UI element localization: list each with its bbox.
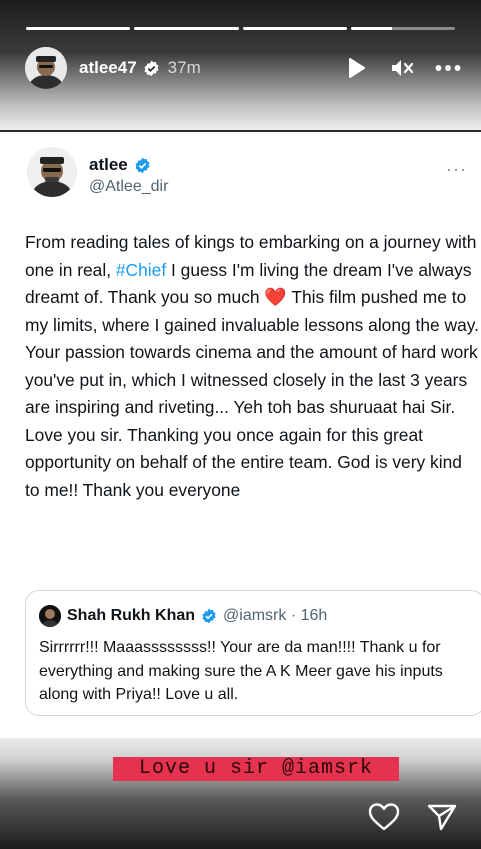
- progress-segment: [134, 27, 239, 30]
- tweet-author-name: atlee: [89, 155, 151, 175]
- progress-segment: [242, 27, 347, 30]
- play-icon: [349, 58, 365, 78]
- quoted-author-name: Shah Rukh Khan: [67, 607, 196, 624]
- text-sticker: Love u sir @iamsrk: [113, 757, 399, 781]
- progress-segment-current: [350, 27, 455, 30]
- mute-icon: [392, 60, 414, 76]
- play-button[interactable]: [343, 55, 369, 81]
- quoted-author-handle: @iamsrk · 16h: [223, 607, 328, 624]
- quoted-tweet: Shah Rukh Khan @iamsrk · 16h Sirrrrrr!!!…: [25, 590, 481, 716]
- heart-emoji: ❤️: [264, 287, 287, 307]
- mute-button[interactable]: [389, 55, 415, 81]
- author-name-text: atlee: [89, 155, 128, 174]
- tweet-avatar: [27, 147, 77, 197]
- story-header: atlee47 37m: [25, 46, 461, 90]
- story-progress-bar: [26, 27, 455, 30]
- hashtag-link: #Chief: [115, 259, 167, 280]
- more-options-button[interactable]: [435, 55, 461, 81]
- heart-icon: [368, 803, 400, 831]
- send-icon: [427, 804, 457, 831]
- quoted-avatar: [39, 605, 61, 627]
- story-username[interactable]: atlee47: [79, 58, 137, 78]
- tweet-author-handle: @Atlee_dir: [89, 178, 169, 195]
- tweet-text-part: This film pushed me to my limits, where …: [25, 287, 479, 500]
- progress-segment: [26, 27, 131, 30]
- share-button[interactable]: [425, 800, 459, 834]
- tweet-more-icon: ···: [446, 159, 467, 179]
- quoted-tweet-text: Sirrrrrr!!! Maaassssssss!! Your are da m…: [39, 639, 443, 703]
- verified-badge-icon: [202, 608, 216, 624]
- avatar[interactable]: [25, 47, 67, 89]
- story-time: 37m: [167, 58, 201, 77]
- more-icon: [435, 65, 461, 71]
- verified-badge-icon: [144, 60, 159, 76]
- verified-badge-icon: [135, 157, 150, 173]
- like-button[interactable]: [367, 800, 401, 834]
- tweet-text: From reading tales of kings to embarking…: [25, 229, 480, 504]
- tweet-card: atlee @Atlee_dir ··· From reading tales …: [0, 132, 481, 738]
